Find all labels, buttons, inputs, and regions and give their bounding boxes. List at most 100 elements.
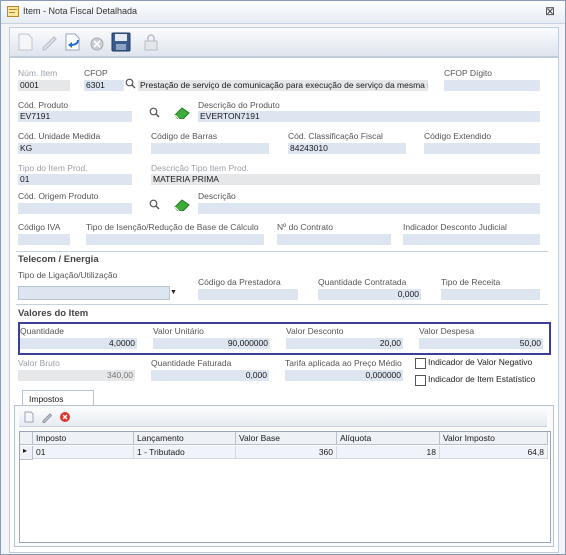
cod-produto-label: Cód. Produto [18,100,69,110]
valor-despesa-field[interactable]: 50,00 [419,338,543,349]
eraser-icon[interactable] [173,106,191,119]
valor-despesa-label: Valor Despesa [419,326,475,336]
tipo-item-field: 01 [18,174,132,185]
divider [16,251,548,252]
tarifa-label: Tarifa aplicada ao Preço Médio [285,358,402,368]
ind-valor-negativo-label: Indicador de Valor Negativo [428,357,533,367]
quantidade-field[interactable]: 4,0000 [20,338,137,349]
col-header-lancamento[interactable]: Lançamento [134,432,236,445]
cod-barras-label: Código de Barras [151,131,218,141]
valor-unitario-label: Valor Unitário [153,326,204,336]
chevron-down-icon[interactable]: ▼ [170,289,177,296]
table-cell-aliquota[interactable]: 18 [337,446,440,459]
tarifa-field[interactable]: 0,000000 [285,370,403,381]
col-header-imposto[interactable]: Imposto [33,432,134,445]
cod-origem-label: Cód. Origem Produto [18,191,99,201]
table-cell-valor-imposto[interactable]: 64,8 [440,446,548,459]
window-title: Item - Nota Fiscal Detalhada [23,6,138,16]
delete-icon[interactable] [59,411,71,423]
row-indicator[interactable]: ▸ [20,446,33,460]
new-icon[interactable] [14,31,36,53]
ind-desc-judicial-label: Indicador Desconto Judicial [403,222,507,232]
table-cell-imposto[interactable]: 01 [33,446,134,459]
cod-origem-field[interactable] [18,203,132,214]
save-icon[interactable] [110,31,132,53]
tipo-receita-label: Tipo de Receita [441,277,501,287]
tipo-isencao-label: Tipo de Isenção/Redução de Base de Cálcu… [86,222,259,232]
valor-desconto-field[interactable]: 20,00 [286,338,403,349]
window-app-icon [7,6,19,17]
title-bar: Item - Nota Fiscal Detalhada ⊠ [1,1,565,24]
impostos-grid: Imposto Lançamento Valor Base Alíquota V… [19,431,551,543]
cod-unidade-field[interactable]: KG [18,143,132,154]
current-row-arrow-icon: ▸ [23,446,28,455]
cod-barras-field[interactable] [151,143,269,154]
qtd-contratada-field[interactable]: 0,000 [318,289,421,300]
cfop-digito-field[interactable] [444,80,540,91]
ind-desc-judicial-field[interactable] [403,234,540,245]
valores-section-title: Valores do Item [18,308,89,319]
desc-tipo-item-label: Descrição Tipo Item Prod. [151,163,249,173]
telecom-section-title: Telecom / Energia [18,254,99,265]
valor-unitario-field[interactable]: 90,000000 [153,338,270,349]
descricao-label: Descrição [198,191,236,201]
edit-icon[interactable] [41,411,53,423]
close-icon[interactable]: ⊠ [545,4,555,18]
cod-extendido-label: Código Extendido [424,131,492,141]
impostos-panel: Imposto Lançamento Valor Base Alíquota V… [14,405,554,547]
row-indicator-header [20,432,33,445]
cod-prestadora-label: Código da Prestadora [198,277,281,287]
num-contrato-field[interactable] [277,234,391,245]
search-icon[interactable] [149,199,160,210]
main-toolbar [9,27,559,57]
tipo-receita-field[interactable] [441,289,540,300]
item-form: Núm. Item 0001 CFOP 6301 Prestação de se… [9,57,559,553]
cod-produto-field[interactable]: EV7191 [18,111,132,122]
tipo-ligacao-select[interactable] [18,286,170,300]
quantidade-label: Quantidade [20,326,64,336]
qtd-faturada-label: Quantidade Faturada [151,358,232,368]
cod-iva-field[interactable] [18,234,70,245]
ind-item-estatistico-checkbox[interactable] [415,375,426,386]
valor-bruto-label: Valor Bruto [18,358,60,368]
ind-valor-negativo-checkbox[interactable] [415,358,426,369]
eraser-icon[interactable] [173,198,191,211]
valor-bruto-field: 340,00 [18,370,135,381]
col-header-aliquota[interactable]: Alíquota [337,432,440,445]
table-cell-lancamento[interactable]: 1 - Tributado [134,446,236,459]
num-contrato-label: Nº do Contrato [277,222,334,232]
desc-produto-field[interactable]: EVERTON7191 [198,111,540,122]
desc-produto-label: Descrição do Produto [198,100,280,110]
cfop-digito-label: CFOP Dígito [444,68,493,78]
descricao-field[interactable] [198,203,540,214]
col-header-valor-imposto[interactable]: Valor Imposto [440,432,548,445]
undo-icon[interactable] [62,31,84,53]
num-item-label: Núm. Item [18,68,58,78]
qtd-faturada-field[interactable]: 0,000 [151,370,269,381]
table-cell-valor-base[interactable]: 360 [236,446,337,459]
tab-impostos-label: Impostos [29,394,64,404]
cfop-label: CFOP [84,68,108,78]
valor-desconto-label: Valor Desconto [286,326,344,336]
cfop-description-field: Prestação de serviço de comunicação para… [138,80,428,91]
desc-tipo-item-field: MATERIA PRIMA [151,174,540,185]
cancel-icon[interactable] [86,31,108,53]
cod-class-fiscal-field[interactable]: 84243010 [288,143,406,154]
tipo-isencao-field[interactable] [86,234,264,245]
ind-item-estatistico-label: Indicador de Item Estatístico [428,374,536,384]
edit-icon[interactable] [38,31,60,53]
col-header-valor-base[interactable]: Valor Base [236,432,337,445]
qtd-contratada-label: Quantidade Contratada [318,277,407,287]
num-item-field: 0001 [18,80,70,91]
cod-extendido-field[interactable] [424,143,540,154]
impostos-toolbar [19,408,547,427]
lock-icon[interactable] [140,31,162,53]
cod-iva-label: Código IVA [18,222,61,232]
new-icon[interactable] [23,411,35,423]
divider [16,304,548,305]
cod-unidade-label: Cód. Unidade Medida [18,131,101,141]
search-icon[interactable] [125,78,136,89]
search-icon[interactable] [149,107,160,118]
cfop-field[interactable]: 6301 [84,80,124,91]
cod-prestadora-field[interactable] [198,289,298,300]
